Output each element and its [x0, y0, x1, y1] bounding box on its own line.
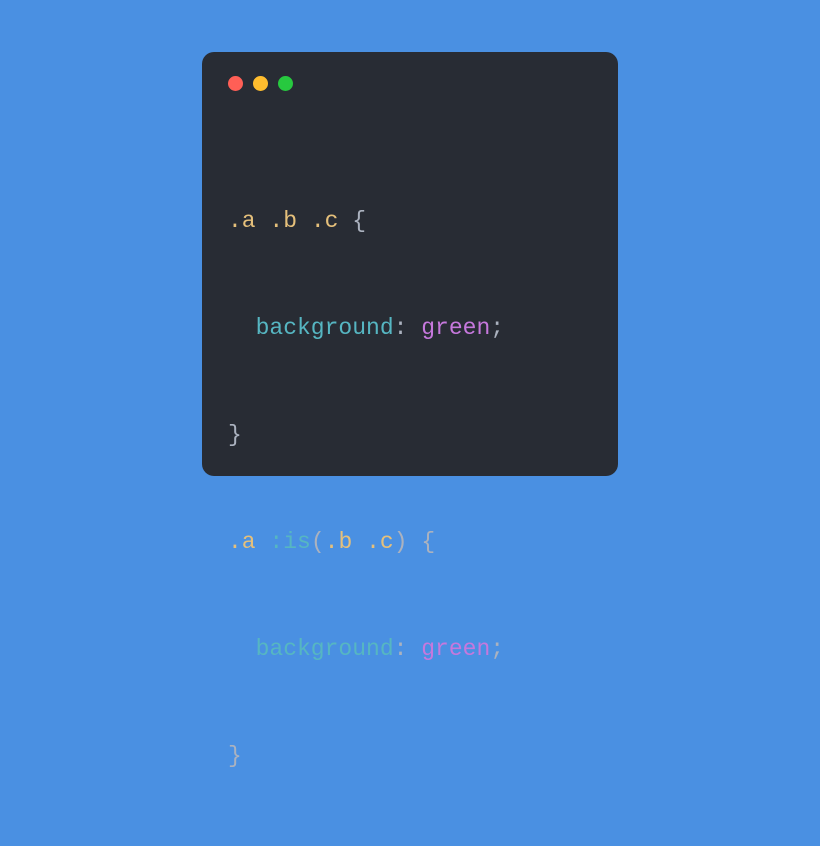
- space-token: [407, 636, 421, 662]
- brace-token: }: [228, 422, 242, 448]
- space-token: [407, 315, 421, 341]
- window-titlebar: [228, 76, 592, 91]
- space-token: [297, 208, 311, 234]
- semicolon-token: ;: [490, 315, 504, 341]
- code-block: .a .b .c { background: green; } .a :is(.…: [228, 133, 592, 846]
- semicolon-token: ;: [490, 636, 504, 662]
- selector-token: .b: [325, 529, 353, 555]
- value-token: green: [421, 315, 490, 341]
- code-line: .a .b .c {: [228, 204, 592, 240]
- selector-token: .a: [228, 529, 256, 555]
- selector-token: .b: [269, 208, 297, 234]
- space-token: [256, 208, 270, 234]
- code-window: .a .b .c { background: green; } .a :is(.…: [202, 52, 618, 476]
- space-token: [408, 529, 422, 555]
- selector-token: .a: [228, 208, 256, 234]
- selector-token: .c: [366, 529, 394, 555]
- brace-token: {: [352, 208, 366, 234]
- selector-token: .c: [311, 208, 339, 234]
- paren-token: ): [394, 529, 408, 555]
- maximize-icon[interactable]: [278, 76, 293, 91]
- space-token: [256, 529, 270, 555]
- code-line: .a :is(.b .c) {: [228, 525, 592, 561]
- code-line: }: [228, 418, 592, 454]
- colon-token: :: [394, 636, 408, 662]
- pseudo-token: :is: [269, 529, 310, 555]
- brace-token: }: [228, 743, 242, 769]
- space-token: [338, 208, 352, 234]
- property-token: background: [256, 636, 394, 662]
- code-line: background: green;: [228, 311, 592, 347]
- property-token: background: [256, 315, 394, 341]
- space-token: [352, 529, 366, 555]
- colon-token: :: [394, 315, 408, 341]
- brace-token: {: [421, 529, 435, 555]
- code-line: }: [228, 739, 592, 775]
- code-line: background: green;: [228, 632, 592, 668]
- close-icon[interactable]: [228, 76, 243, 91]
- minimize-icon[interactable]: [253, 76, 268, 91]
- paren-token: (: [311, 529, 325, 555]
- value-token: green: [421, 636, 490, 662]
